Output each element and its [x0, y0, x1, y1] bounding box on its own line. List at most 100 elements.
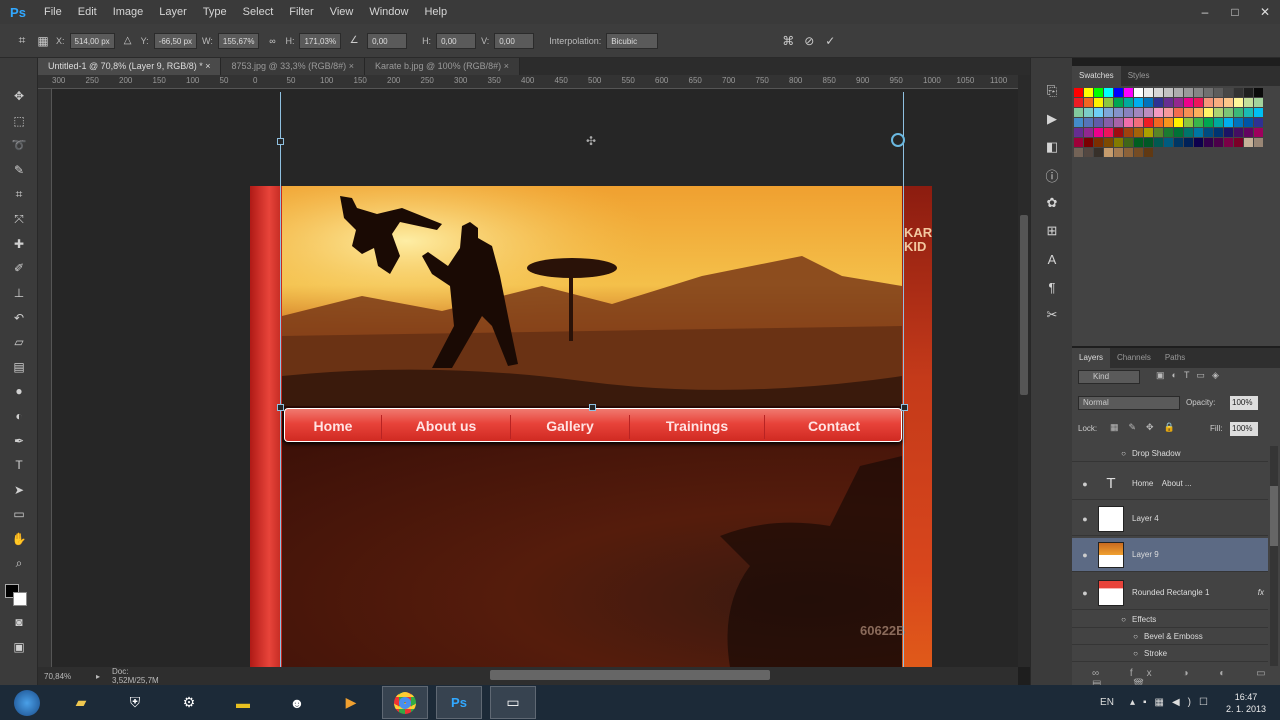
swatch[interactable]	[1074, 108, 1083, 117]
dodge-tool-icon[interactable]: ◐	[0, 404, 38, 429]
tab-styles[interactable]: Styles	[1121, 66, 1157, 86]
swatch[interactable]	[1234, 98, 1243, 107]
eye-icon[interactable]: ●	[1072, 550, 1098, 560]
steam-icon[interactable]: ⚙	[166, 686, 212, 719]
tab-untitled-1[interactable]: Untitled-1 @ 70,8% (Layer 9, RGB/8) * ×	[38, 58, 222, 75]
delta-icon[interactable]: △	[120, 33, 136, 49]
swatch[interactable]	[1144, 108, 1153, 117]
x-field[interactable]: 514,00 px	[69, 32, 115, 49]
tab-swatches[interactable]: Swatches	[1072, 66, 1121, 86]
game-character-icon[interactable]: ☻	[274, 686, 320, 719]
swatch[interactable]	[1234, 128, 1243, 137]
swatch[interactable]	[1194, 88, 1203, 97]
v-skew-field[interactable]: 0,00	[494, 32, 535, 49]
swatch[interactable]	[1204, 108, 1213, 117]
transform-handle[interactable]	[589, 404, 596, 411]
swatch[interactable]	[1234, 138, 1243, 147]
swatch[interactable]	[1254, 88, 1263, 97]
swatch[interactable]	[1244, 118, 1253, 127]
swatch[interactable]	[1204, 138, 1213, 147]
swatch[interactable]	[1174, 128, 1183, 137]
actions-play-icon[interactable]: ▶	[1031, 108, 1073, 130]
swatch[interactable]	[1124, 88, 1133, 97]
swatch[interactable]	[1194, 138, 1203, 147]
swatch[interactable]	[1104, 138, 1113, 147]
tray-icons[interactable]: ▴▪▦◀)☐	[1130, 697, 1216, 708]
swatch[interactable]	[1114, 148, 1123, 157]
reference-point-crosshair-icon[interactable]: ✣	[586, 134, 596, 148]
width-field[interactable]: 155,67%	[217, 32, 260, 49]
close-icon[interactable]: ×	[205, 61, 210, 71]
brush-tool-icon[interactable]: ✐	[0, 256, 38, 281]
layer-filter-icons[interactable]: ▣◐T▭◈	[1156, 370, 1226, 381]
quick-select-tool-icon[interactable]: ✎	[0, 158, 38, 183]
layers-scroll-thumb[interactable]	[1270, 486, 1278, 546]
recorder-icon[interactable]: ▭	[490, 686, 536, 719]
swatch[interactable]	[1184, 108, 1193, 117]
blend-mode-select[interactable]: Normal	[1078, 396, 1180, 410]
swatch[interactable]	[1184, 98, 1193, 107]
swatch[interactable]	[1074, 138, 1083, 147]
swatch[interactable]	[1154, 108, 1163, 117]
swatch[interactable]	[1084, 108, 1093, 117]
swatch[interactable]	[1244, 108, 1253, 117]
swatch[interactable]	[1194, 108, 1203, 117]
swatch[interactable]	[1134, 98, 1143, 107]
swatch[interactable]	[1124, 138, 1133, 147]
stamp-tool-icon[interactable]: ⊥	[0, 281, 38, 306]
transform-handle[interactable]	[901, 404, 908, 411]
angle-field[interactable]: 0,00	[367, 32, 408, 49]
character-icon[interactable]: A	[1031, 248, 1073, 270]
y-field[interactable]: -66,50 px	[153, 32, 198, 49]
photoshop-taskbar-icon[interactable]: Ps	[436, 686, 482, 719]
swatch[interactable]	[1204, 88, 1213, 97]
swatch[interactable]	[1254, 128, 1263, 137]
menu-view[interactable]: View	[322, 0, 362, 24]
swatch[interactable]	[1204, 98, 1213, 107]
close-icon[interactable]: ×	[504, 61, 509, 71]
swatch[interactable]	[1084, 128, 1093, 137]
effects-eye-icon[interactable]: ○	[1072, 615, 1132, 624]
adjustments-icon[interactable]: ◧	[1031, 136, 1073, 158]
horizontal-ruler[interactable]: 300 250 200 150 100 50 0 50 100 150 200 250 300 350 40…	[38, 75, 1018, 89]
eye-icon[interactable]: ●	[1072, 479, 1098, 489]
swatch[interactable]	[1194, 128, 1203, 137]
swatch[interactable]	[1224, 88, 1233, 97]
swatch[interactable]	[1084, 148, 1093, 157]
eye-icon[interactable]: ●	[1072, 588, 1098, 598]
swatch[interactable]	[1134, 118, 1143, 127]
swatch[interactable]	[1244, 88, 1253, 97]
transform-bounding-box[interactable]	[280, 92, 904, 667]
transform-handle[interactable]	[277, 138, 284, 145]
swatch[interactable]	[1224, 138, 1233, 147]
layer-rounded-rectangle-1[interactable]: ● Rounded Rectangle 1 fx	[1072, 576, 1268, 610]
swatch[interactable]	[1084, 98, 1093, 107]
menu-select[interactable]: Select	[235, 0, 282, 24]
fx-badge[interactable]: fx	[1258, 588, 1264, 597]
paragraph-icon[interactable]: ¶	[1031, 276, 1073, 298]
tool-presets-icon[interactable]: ✂	[1031, 304, 1073, 326]
clone-source-icon[interactable]: ⊞	[1031, 220, 1073, 242]
swatch[interactable]	[1214, 138, 1223, 147]
swatch[interactable]	[1084, 138, 1093, 147]
path-select-tool-icon[interactable]: ➤	[0, 478, 38, 503]
swatch[interactable]	[1094, 98, 1103, 107]
swatch[interactable]	[1244, 138, 1253, 147]
swatch[interactable]	[1114, 88, 1123, 97]
tab-layers[interactable]: Layers	[1072, 348, 1111, 368]
swatch[interactable]	[1104, 128, 1113, 137]
swatch[interactable]	[1094, 138, 1103, 147]
swatch[interactable]	[1174, 98, 1183, 107]
cancel-transform-icon[interactable]: ⊘	[801, 33, 817, 49]
opacity-field[interactable]: 100%	[1230, 396, 1258, 410]
crop-tool-icon[interactable]: ⌗	[0, 182, 38, 207]
pen-tool-icon[interactable]: ✒	[0, 428, 38, 453]
lock-icons[interactable]: ▦✎✥🔒	[1110, 422, 1185, 433]
start-button[interactable]	[4, 686, 50, 719]
height-field[interactable]: 171,03%	[299, 32, 342, 49]
marquee-tool-icon[interactable]: ⬚	[0, 109, 38, 134]
swatch[interactable]	[1214, 108, 1223, 117]
swatch[interactable]	[1224, 108, 1233, 117]
tab-channels[interactable]: Channels	[1110, 348, 1158, 368]
tab-karate-b[interactable]: Karate b.jpg @ 100% (RGB/8#) ×	[364, 58, 520, 75]
